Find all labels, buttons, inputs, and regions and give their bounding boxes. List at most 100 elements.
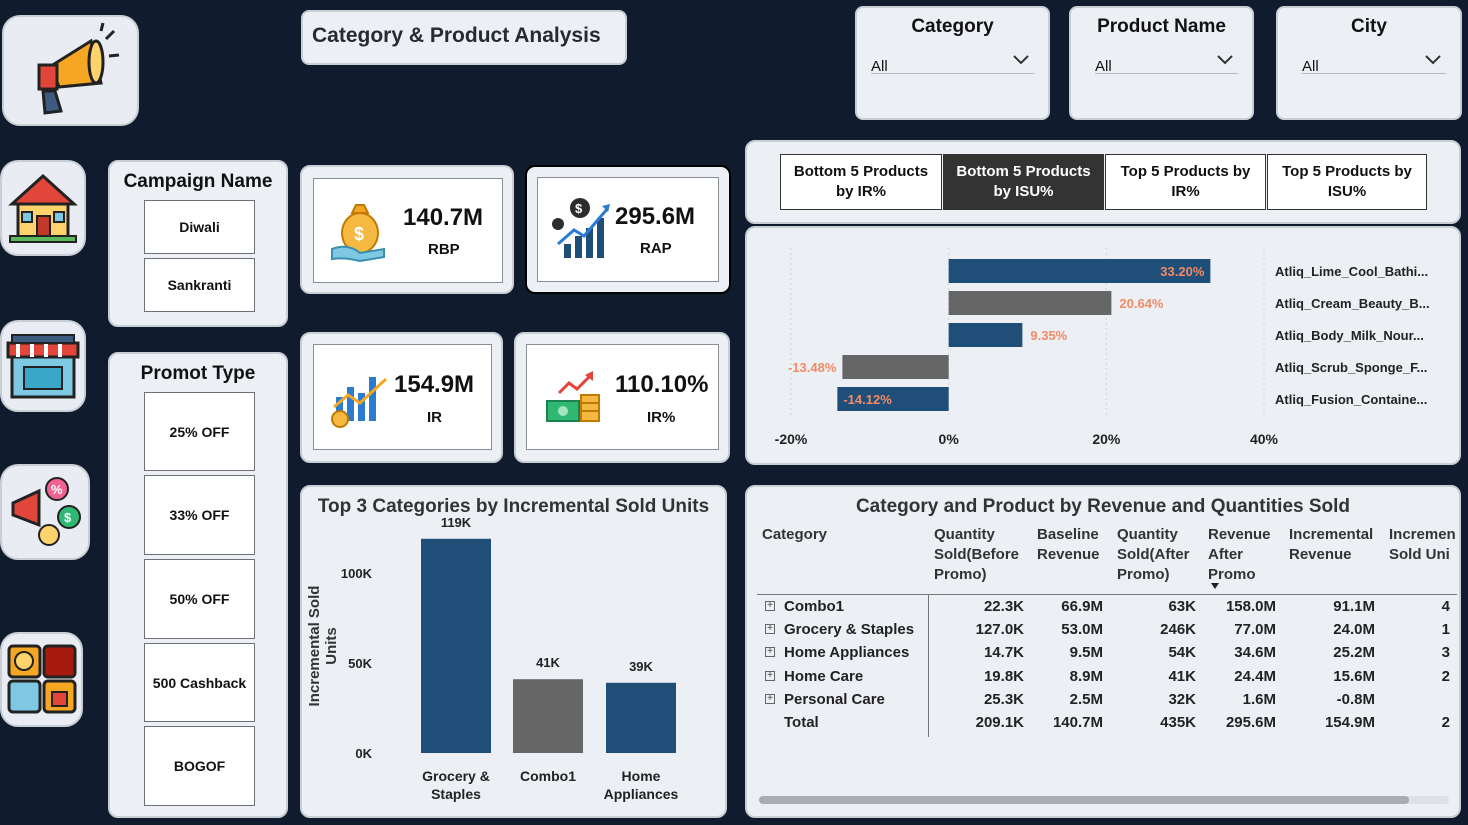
kpi-ir-percent-value: 110.10% xyxy=(615,371,709,398)
category-axis-label: Combo1 xyxy=(520,768,576,784)
promo-option-25-off[interactable]: 25% OFF xyxy=(144,392,255,471)
kpi-card-ir: 154.9M IR xyxy=(300,332,503,463)
kpi-card-ir-percent: 110.10% IR% xyxy=(514,332,730,463)
tab-bottom5-ir[interactable]: Bottom 5 Products by IR% xyxy=(780,154,942,210)
matrix-column-header[interactable]: Revenue After Promo xyxy=(1208,525,1271,585)
tab-bottom5-isu-line1: Bottom 5 Products xyxy=(956,163,1091,180)
category-bar-value-label: 41K xyxy=(536,655,560,670)
filter-category[interactable]: Category All xyxy=(855,6,1050,120)
matrix-cell: 66.9M xyxy=(1061,598,1103,615)
matrix-cell: 209.1K xyxy=(975,714,1024,731)
product-bar-value-label: 33.20% xyxy=(1160,264,1205,279)
home-icon[interactable] xyxy=(0,160,86,256)
product-bar-value-label: 9.35% xyxy=(1030,328,1067,343)
sort-desc-icon[interactable] xyxy=(1211,583,1219,589)
kpi-card-ir-percent-inner: 110.10% IR% xyxy=(526,344,719,450)
store-icon[interactable] xyxy=(0,320,86,412)
tab-top5-ir[interactable]: Top 5 Products by IR% xyxy=(1105,154,1266,210)
filter-product-name-value: All xyxy=(1095,58,1112,75)
promo-option-33-off[interactable]: 33% OFF xyxy=(144,475,255,555)
tab-top5-isu[interactable]: Top 5 Products by ISU% xyxy=(1267,154,1427,210)
category-axis-label: Staples xyxy=(431,786,481,802)
products-bar-chart-panel: -20% 0% 20% 40% 33.20% Atliq_Lime_Cool_Bathi.… xyxy=(745,226,1461,465)
product-bar[interactable] xyxy=(948,291,1112,315)
categories-icon[interactable] xyxy=(0,632,83,727)
matrix-cell: 15.6M xyxy=(1333,667,1375,685)
product-name-label: Atliq_Body_Milk_Nour... xyxy=(1275,328,1424,343)
matrix-column-header[interactable]: Category xyxy=(762,525,827,545)
promotion-icon[interactable]: % $ xyxy=(0,464,90,560)
tab-bottom5-isu-line2: by ISU% xyxy=(993,183,1054,200)
matrix-cell: 22.3K xyxy=(983,598,1024,615)
matrix-cell: 91.1M xyxy=(1333,598,1375,615)
matrix-row-category: Total xyxy=(784,714,819,731)
expand-row-icon[interactable]: + xyxy=(765,647,775,658)
matrix-row-category: Combo1 xyxy=(784,598,844,615)
matrix-row-category: Personal Care xyxy=(784,690,885,708)
matrix-cell: 25.3K xyxy=(983,690,1024,708)
kpi-ir-percent-label: IR% xyxy=(647,409,676,426)
chevron-down-icon xyxy=(1425,55,1441,65)
matrix-cell: 24.4M xyxy=(1234,667,1276,685)
product-bar[interactable] xyxy=(948,323,1023,347)
promo-option-50-off[interactable]: 50% OFF xyxy=(144,559,255,639)
promo-option-500-cashback[interactable]: 500 Cashback xyxy=(144,643,255,722)
category-bar[interactable] xyxy=(513,679,583,753)
x-tick-label: 0% xyxy=(939,431,960,447)
kpi-ir-value: 154.9M xyxy=(394,371,475,398)
matrix-row-category: Grocery & Staples xyxy=(784,621,915,639)
money-bag-icon: $ xyxy=(331,204,385,263)
marketing-megaphone-icon[interactable] xyxy=(2,15,139,126)
promo-option-bogof[interactable]: BOGOF xyxy=(144,726,255,806)
matrix-cell: 158.0M xyxy=(1225,598,1276,615)
matrix-cell: 140.7M xyxy=(1052,714,1103,731)
category-axis-label: Home xyxy=(622,768,661,784)
matrix-column-header[interactable]: Incremen Sold Uni xyxy=(1389,525,1456,565)
expand-row-icon[interactable]: + xyxy=(765,670,775,681)
category-bar[interactable] xyxy=(606,682,676,753)
tab-top5-ir-line1: Top 5 Products by xyxy=(1120,163,1251,180)
expand-row-icon[interactable]: + xyxy=(765,624,775,635)
category-bar[interactable] xyxy=(421,538,491,753)
x-tick-label: 20% xyxy=(1092,431,1121,447)
expand-row-icon[interactable]: + xyxy=(765,601,775,611)
expand-row-icon[interactable]: + xyxy=(765,693,775,704)
matrix-column-header[interactable]: Incremental Revenue xyxy=(1289,525,1373,565)
matrix-column-header[interactable]: Quantity Sold(Before Promo) xyxy=(934,525,1019,585)
product-bar-value-label: 20.64% xyxy=(1119,296,1164,311)
kpi-rap-value: 295.6M xyxy=(615,203,696,230)
header-divider xyxy=(757,594,1457,595)
tab-top5-isu-line1: Top 5 Products by xyxy=(1282,163,1412,180)
matrix-title: Category and Product by Revenue and Quan… xyxy=(855,496,1351,517)
filter-city-select[interactable]: All xyxy=(1302,48,1446,75)
tab-bottom5-ir-line2: by IR% xyxy=(835,183,886,200)
matrix-cell: 63K xyxy=(1168,598,1196,615)
promo-type-slicer-title: Promot Type xyxy=(140,363,256,384)
page-title-box: Category & Product Analysis xyxy=(301,10,627,65)
horizontal-scrollbar[interactable] xyxy=(759,796,1449,804)
filter-product-name-select[interactable]: All xyxy=(1095,48,1238,75)
matrix-cell: 246K xyxy=(1160,621,1196,639)
scrollbar-thumb[interactable] xyxy=(759,796,1409,804)
product-bar[interactable] xyxy=(842,355,949,379)
matrix-cell: 4 xyxy=(1441,598,1450,615)
bar-growth-icon xyxy=(331,377,388,428)
filter-category-select[interactable]: All xyxy=(871,48,1034,75)
matrix-cell: 54K xyxy=(1168,644,1196,662)
filter-city[interactable]: City All xyxy=(1276,6,1462,120)
matrix-cell: 127.0K xyxy=(975,621,1024,639)
filter-product-name[interactable]: Product Name All xyxy=(1069,6,1254,120)
page-title: Category & Product Analysis xyxy=(312,24,601,47)
y-tick-label: 50K xyxy=(348,656,372,671)
kpi-ir-label: IR xyxy=(427,409,442,426)
tab-bottom5-ir-line1: Bottom 5 Products xyxy=(793,163,929,180)
matrix-column-header[interactable]: Baseline Revenue xyxy=(1037,525,1100,565)
tab-bottom5-isu[interactable]: Bottom 5 Products by ISU% xyxy=(943,154,1104,210)
matrix-cell: 14.7K xyxy=(983,644,1024,662)
campaign-option-sankranti[interactable]: Sankranti xyxy=(144,258,255,312)
kpi-card-rap: $ 295.6M RAP xyxy=(525,165,731,294)
products-bar-chart: -20% 0% 20% 40% 33.20% Atliq_Lime_Cool_Bathi.… xyxy=(775,248,1430,447)
matrix-column-header[interactable]: Quantity Sold(After Promo) xyxy=(1117,525,1190,585)
matrix-cell: 24.0M xyxy=(1333,621,1375,639)
campaign-option-diwali[interactable]: Diwali xyxy=(144,200,255,254)
